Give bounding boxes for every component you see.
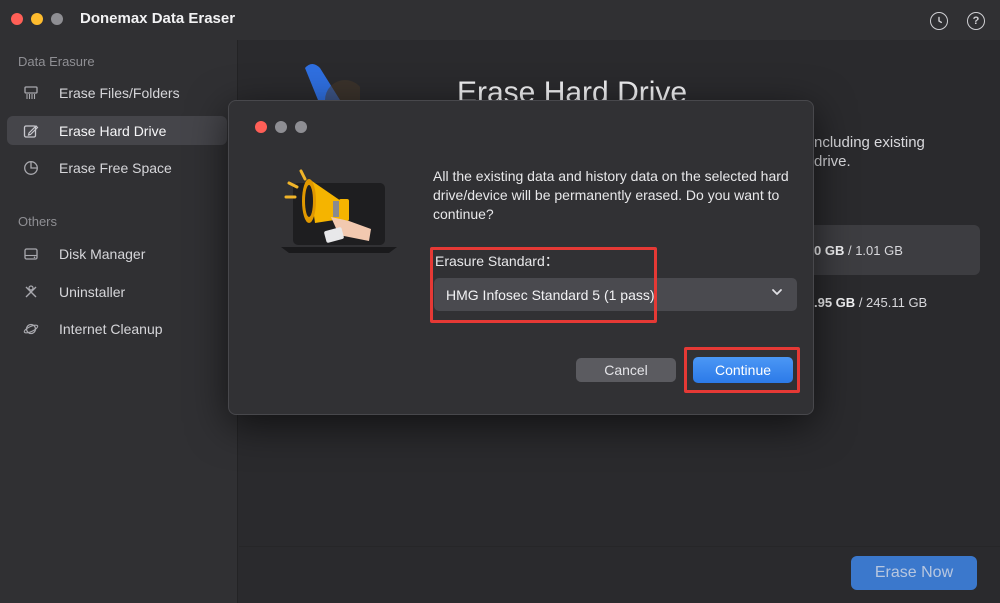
page-description: ncluding existing drive. <box>814 133 925 171</box>
highlight-box-continue <box>684 347 800 393</box>
dialog-close-button[interactable] <box>255 121 267 133</box>
sidebar-item-disk-manager[interactable]: Disk Manager <box>7 239 227 268</box>
description-line: ncluding existing <box>814 134 925 151</box>
pie-icon <box>22 159 40 177</box>
close-window-button[interactable] <box>11 13 23 25</box>
section-title-data-erasure: Data Erasure <box>18 54 95 69</box>
sidebar-item-internet-cleanup[interactable]: Internet Cleanup <box>7 314 227 343</box>
title-bar: Donemax Data Eraser ? <box>0 0 1000 40</box>
window-controls <box>11 13 63 25</box>
drive-used: 0 GB <box>814 243 845 258</box>
highlight-box-standard <box>430 247 657 323</box>
description-line: drive. <box>814 153 851 170</box>
section-title-others: Others <box>18 214 58 229</box>
drive-size-1: 0 GB / 1.01 GB <box>814 243 903 258</box>
sidebar-item-label: Internet Cleanup <box>59 320 163 337</box>
cancel-button[interactable]: Cancel <box>576 358 676 382</box>
erase-now-button[interactable]: Erase Now <box>851 556 977 590</box>
sidebar-item-label: Erase Files/Folders <box>59 84 180 101</box>
sidebar-item-label: Erase Hard Drive <box>59 122 167 139</box>
sidebar-item-erase-free-space[interactable]: Erase Free Space <box>7 153 227 182</box>
dialog-message: All the existing data and history data o… <box>433 168 789 222</box>
help-glyph: ? <box>972 15 980 27</box>
sidebar-item-erase-files[interactable]: Erase Files/Folders <box>7 78 227 107</box>
app-title: Donemax Data Eraser <box>80 10 236 27</box>
sidebar-item-label: Erase Free Space <box>59 159 172 176</box>
confirm-dialog: All the existing data and history data o… <box>228 100 814 415</box>
disk-icon <box>22 245 40 263</box>
sidebar-item-erase-hard-drive[interactable]: Erase Hard Drive <box>7 116 227 145</box>
divider <box>239 546 1000 547</box>
help-icon[interactable]: ? <box>967 12 985 30</box>
drive-size-2[interactable]: .95 GB / 245.11 GB <box>814 295 927 310</box>
clock-icon[interactable] <box>930 12 948 30</box>
zoom-window-button[interactable] <box>51 13 63 25</box>
minimize-window-button[interactable] <box>31 13 43 25</box>
shredder-icon <box>22 84 40 102</box>
megaphone-icon <box>279 161 399 271</box>
tools-icon <box>22 283 40 301</box>
planet-icon <box>22 320 40 338</box>
dialog-minimize-button <box>275 121 287 133</box>
drive-total: / 245.11 GB <box>858 295 928 310</box>
sidebar-item-uninstaller[interactable]: Uninstaller <box>7 277 227 306</box>
drive-used: .95 GB <box>814 295 856 310</box>
sidebar-item-label: Uninstaller <box>59 283 126 300</box>
dialog-zoom-button <box>295 121 307 133</box>
chevron-down-icon <box>771 286 783 301</box>
sidebar-item-label: Disk Manager <box>59 245 146 262</box>
sidebar: Data Erasure Erase Files/Folders Erase H… <box>0 40 238 603</box>
drive-total: / 1.01 GB <box>847 243 903 258</box>
drive-edit-icon <box>22 122 40 140</box>
dialog-window-controls <box>255 121 307 133</box>
